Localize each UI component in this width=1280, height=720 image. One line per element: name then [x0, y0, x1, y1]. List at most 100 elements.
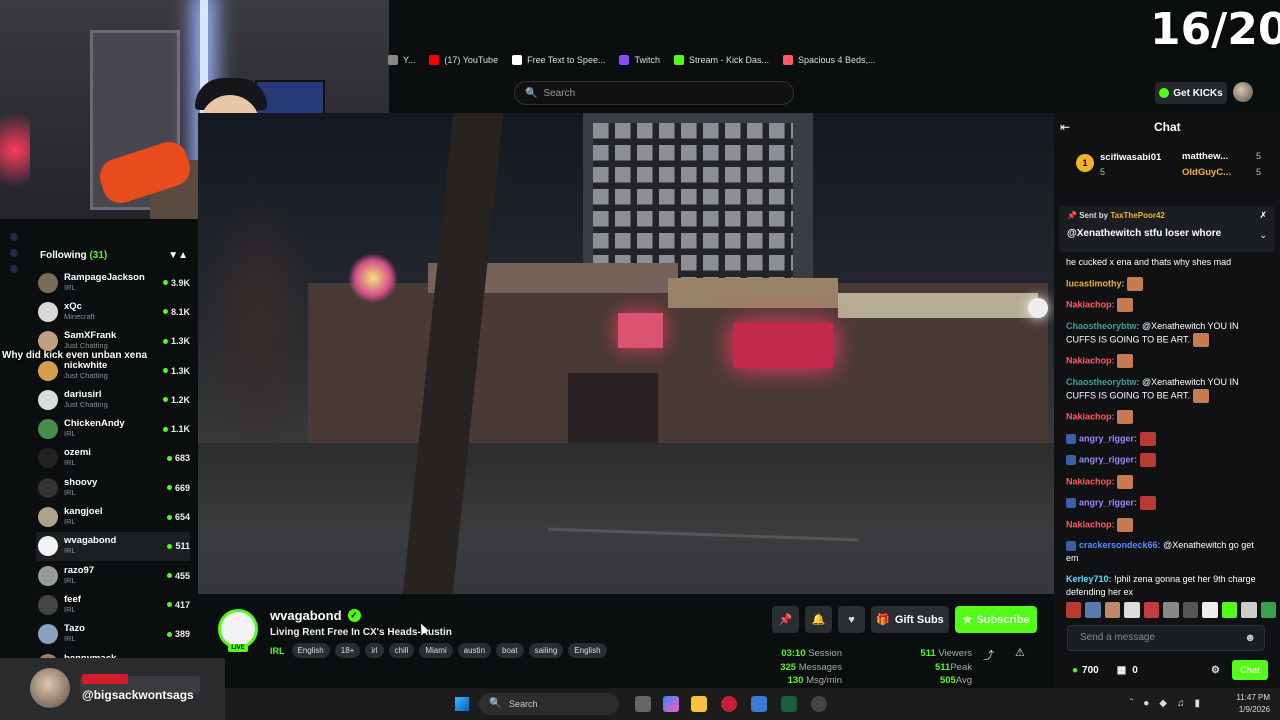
obs-icon[interactable]	[811, 696, 827, 712]
chat-username[interactable]: Nakiachop:	[1066, 519, 1115, 529]
rail-icon[interactable]	[10, 265, 18, 273]
collapse-chat-icon[interactable]: ⇤	[1060, 120, 1070, 134]
rail-icon[interactable]	[10, 249, 18, 257]
chat-username[interactable]: Nakiachop:	[1066, 299, 1115, 309]
pin-button[interactable]: 📌	[772, 606, 799, 633]
stream-tag[interactable]: boat	[496, 643, 524, 658]
sidebar-channel-item[interactable]: Tazo IRL 389	[36, 620, 190, 649]
emote-option[interactable]	[1182, 602, 1199, 618]
emote-option[interactable]	[1221, 602, 1238, 618]
sidebar-channel-item[interactable]: kangjoel IRL 654	[36, 502, 190, 531]
subscribe-button[interactable]: ★ Subscribe	[955, 606, 1037, 633]
store-icon[interactable]	[751, 696, 767, 712]
video-player[interactable]	[198, 113, 1054, 594]
chat-username[interactable]: Chaostheorybtw:	[1066, 377, 1140, 387]
emote-option[interactable]	[1260, 602, 1276, 618]
chat-username[interactable]: angry_rigger:	[1079, 454, 1137, 464]
search-input[interactable]: 🔍 Search	[514, 81, 794, 105]
leaderboard-name[interactable]: scifiwasabi01	[1100, 152, 1161, 163]
share-icon[interactable]: ⤴	[983, 647, 994, 663]
chat-username[interactable]: angry_rigger:	[1079, 497, 1137, 507]
get-kicks-button[interactable]: Get KICKs	[1155, 82, 1227, 104]
alert-overlay: @bigsackwontsags	[0, 658, 225, 720]
emote-option[interactable]	[1202, 602, 1218, 618]
sidebar-channel-item[interactable]: razo97 IRL 455	[36, 561, 190, 590]
chat-username[interactable]: Nakiachop:	[1066, 411, 1115, 421]
chat-username[interactable]: Kerley710:	[1066, 574, 1112, 584]
sidebar-channel-item[interactable]: dariusirl Just Chatting 1.2K	[36, 385, 190, 414]
gear-icon[interactable]: ⚙	[1211, 665, 1220, 676]
sidebar-channel-item[interactable]: RampageJackson IRL 3.9K	[36, 268, 190, 297]
rail-icon[interactable]	[10, 233, 18, 241]
leaderboard-name[interactable]: OldGuyC...	[1182, 167, 1231, 178]
sidebar-channel-item[interactable]: xQc Minecraft 8.1K	[36, 297, 190, 326]
stream-tag[interactable]: English	[291, 643, 330, 658]
emoji-icon[interactable]: ☻	[1244, 626, 1256, 650]
windows-start-icon[interactable]	[455, 697, 469, 711]
user-avatar[interactable]	[1233, 82, 1253, 102]
task-view-icon[interactable]	[635, 696, 651, 712]
emote-option[interactable]	[1163, 602, 1179, 618]
following-header[interactable]: Following (31) ▼▲	[40, 250, 188, 264]
stream-tag[interactable]: English	[568, 643, 607, 658]
badge-count[interactable]: 0	[1132, 665, 1138, 676]
channel-avatar[interactable]	[218, 609, 258, 649]
unpin-icon[interactable]: ✗	[1259, 210, 1267, 221]
heart-icon: ♥	[848, 613, 855, 626]
chat-username[interactable]: Chaostheorybtw:	[1066, 321, 1140, 331]
sidebar-channel-item[interactable]: feef IRL 417	[36, 590, 190, 619]
pinned-text: @Xenathewitch stfu loser whore	[1067, 228, 1222, 239]
sidebar-channel-item[interactable]: ChickenAndy IRL 1.1K	[36, 414, 190, 443]
sidebar-channel-item[interactable]: ozemi IRL 683	[36, 444, 190, 473]
channel-name[interactable]: wvagabond ✓	[270, 608, 361, 623]
bookmark-item[interactable]: (17) YouTube	[429, 55, 498, 65]
chat-username[interactable]: Nakiachop:	[1066, 355, 1115, 365]
chat-username[interactable]: Nakiachop:	[1066, 476, 1115, 486]
emote-option[interactable]	[1143, 602, 1160, 618]
stream-tag[interactable]: irl	[365, 643, 384, 658]
opera-icon[interactable]	[721, 696, 737, 712]
bookmark-item[interactable]: Stream - Kick Das...	[673, 55, 769, 65]
sidebar-channel-item[interactable]: shoovy IRL 669	[36, 473, 190, 502]
bookmark-item[interactable]: Twitch	[619, 55, 660, 65]
chat-username[interactable]: angry_rigger:	[1079, 433, 1137, 443]
bookmark-item[interactable]: Free Text to Spee...	[512, 55, 605, 65]
channel-name: xQc	[64, 300, 82, 312]
sidebar-channel-item[interactable]: wvagabond IRL 511	[36, 531, 190, 561]
stream-tag[interactable]: 18+	[334, 643, 361, 658]
bookmark-item[interactable]: Spacious 4 Beds,...	[783, 55, 876, 65]
report-icon[interactable]: ⚠	[1015, 646, 1025, 659]
chat-message: angry_rigger:	[1066, 453, 1266, 467]
text-speech-icon	[512, 55, 523, 65]
chat-send-button[interactable]: Chat	[1232, 660, 1268, 680]
points-value[interactable]: 700	[1082, 665, 1099, 676]
emote-option[interactable]	[1104, 602, 1121, 618]
chevron-down-icon[interactable]: ⌄	[1259, 230, 1267, 241]
clock[interactable]: 11:47 PM 1/9/2026	[1236, 692, 1270, 716]
follow-button[interactable]: ♥	[838, 606, 865, 633]
emote-option[interactable]	[1124, 602, 1140, 618]
copilot-icon[interactable]	[663, 696, 679, 712]
emote-option[interactable]	[1066, 602, 1082, 618]
stream-tag[interactable]: chill	[388, 643, 415, 658]
sort-toggle-icon[interactable]: ▼▲	[168, 250, 188, 264]
terminal-icon[interactable]	[781, 696, 797, 712]
stream-tag[interactable]: sailing	[528, 643, 564, 658]
leaderboard-name[interactable]: matthew...	[1182, 151, 1228, 162]
bookmark-item[interactable]: Y...	[388, 55, 415, 65]
chat-input[interactable]: Send a message ☻	[1067, 625, 1265, 651]
pinned-user[interactable]: TaxThePoor42	[1110, 211, 1165, 220]
chat-username[interactable]: lucastimothy:	[1066, 278, 1125, 288]
stream-tag[interactable]: austin	[457, 643, 492, 658]
taskbar-search[interactable]: 🔍 Search	[479, 693, 619, 715]
channel-category: IRL	[64, 487, 76, 497]
system-tray[interactable]: ˆ●◆♫▮	[1130, 698, 1210, 709]
category-link[interactable]: IRL	[270, 646, 285, 656]
emote-option[interactable]	[1085, 602, 1101, 618]
file-explorer-icon[interactable]	[691, 696, 707, 712]
chat-username[interactable]: crackersondeck66:	[1079, 540, 1161, 550]
stream-tag[interactable]: Miami	[419, 643, 453, 658]
emote-option[interactable]	[1241, 602, 1257, 618]
gift-subs-button[interactable]: 🎁 Gift Subs	[871, 606, 949, 633]
notification-button[interactable]: 🔔	[805, 606, 832, 633]
